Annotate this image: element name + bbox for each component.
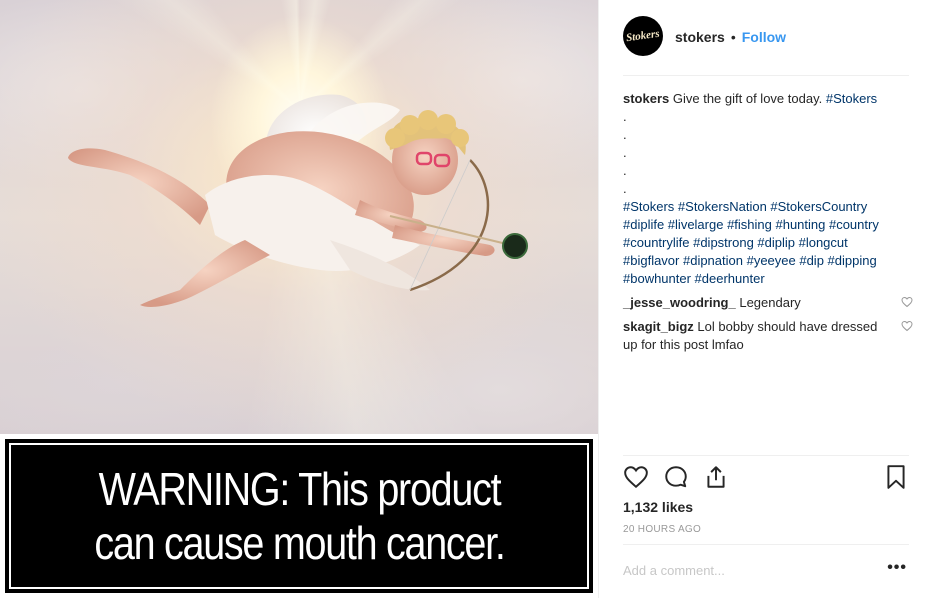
more-options-icon[interactable]: ••• bbox=[887, 559, 907, 577]
comment-icon[interactable] bbox=[663, 464, 689, 490]
caption-text: Give the gift of love today. bbox=[672, 91, 823, 106]
caption-dot: . bbox=[623, 109, 627, 124]
share-icon[interactable] bbox=[703, 464, 729, 490]
caption-dot: . bbox=[623, 163, 627, 178]
warning-label: WARNING: This product can cause mouth ca… bbox=[0, 434, 598, 598]
post-media[interactable]: WARNING: This product can cause mouth ca… bbox=[0, 0, 598, 598]
caption-hashtag[interactable]: #Stokers bbox=[826, 91, 877, 106]
comment-heart-icon[interactable] bbox=[901, 296, 913, 308]
cupid-illustration bbox=[68, 94, 528, 307]
follow-button[interactable]: Follow bbox=[742, 29, 786, 45]
comment-item: skagit_bigz Lol bobby should have dresse… bbox=[623, 318, 913, 354]
bookmark-icon[interactable] bbox=[883, 464, 909, 490]
comment-text: Legendary bbox=[739, 295, 801, 310]
caption-dot: . bbox=[623, 181, 627, 196]
warning-text-line-2: can cause mouth cancer. bbox=[93, 517, 505, 569]
avatar-logo-text: Stokers bbox=[625, 27, 661, 45]
warning-text-line-1: WARNING: This product bbox=[98, 463, 501, 515]
comments-section: stokers Give the gift of love today. #St… bbox=[623, 90, 913, 354]
comment-heart-icon[interactable] bbox=[901, 320, 913, 332]
header-separator: • bbox=[730, 29, 736, 45]
avatar[interactable]: Stokers bbox=[623, 16, 663, 56]
hashtag-line[interactable]: #Stokers #StokersNation #StokersCountry bbox=[623, 198, 913, 216]
comment-username[interactable]: _jesse_woodring_ bbox=[623, 295, 736, 310]
comment-username[interactable]: skagit_bigz bbox=[623, 319, 694, 334]
caption-dot: . bbox=[623, 145, 627, 160]
post-timestamp[interactable]: 20 HOURS AGO bbox=[623, 524, 701, 535]
post-header: Stokers stokers • Follow bbox=[623, 16, 909, 76]
heart-icon[interactable] bbox=[623, 464, 649, 490]
caption-username[interactable]: stokers bbox=[623, 91, 669, 106]
hashtag-line[interactable]: #diplife #livelarge #fishing #hunting #c… bbox=[623, 216, 913, 234]
header-username[interactable]: stokers bbox=[675, 29, 725, 45]
warning-panel: WARNING: This product can cause mouth ca… bbox=[5, 439, 593, 593]
likes-count[interactable]: 1,132 likes bbox=[623, 499, 693, 515]
post-side-panel: Stokers stokers • Follow stokers Give th… bbox=[598, 0, 932, 598]
comment-composer: ••• bbox=[623, 544, 909, 598]
action-bar bbox=[623, 455, 909, 495]
hashtag-line[interactable]: #countrylife #dipstrong #diplip #longcut bbox=[623, 234, 913, 252]
hashtag-line[interactable]: #bowhunter #deerhunter bbox=[623, 270, 913, 288]
comment-item: _jesse_woodring_ Legendary bbox=[623, 294, 913, 312]
hashtag-line[interactable]: #bigflavor #dipnation #yeeyee #dip #dipp… bbox=[623, 252, 913, 270]
caption: stokers Give the gift of love today. #St… bbox=[623, 90, 913, 108]
add-comment-input[interactable] bbox=[623, 563, 863, 578]
caption-dot: . bbox=[623, 127, 627, 142]
